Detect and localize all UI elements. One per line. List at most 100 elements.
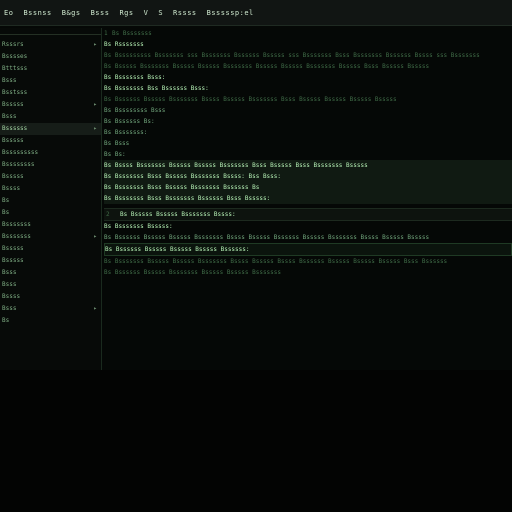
editor-header: 1 Bs Bsssssss [104,28,512,39]
code-line-text: Bs Bsss [104,139,130,147]
sidebar-item[interactable]: Bssss [0,291,101,303]
sidebar-item[interactable]: Bsssss [0,135,101,147]
code-line[interactable]: Bs Bsssssss Bsss: [104,72,512,83]
code-line-text: Bs Bsssssss Bsssss Bsssss Bsssssss Bssss… [104,257,448,265]
menu-item-3[interactable]: B&gs [62,9,81,17]
sidebar-item-label: Bsstsss [2,89,28,96]
editor-lines: Bs Rsssssss Bs Bsssssssss Bsssssss sss Bs… [104,39,512,204]
sidebar-item[interactable]: Bsss [0,75,101,87]
sidebar-item[interactable]: Bsssssss ▸ [0,231,101,243]
sidebar-item[interactable]: Bs [0,315,101,327]
sidebar-item-label: Bsssss [2,257,24,264]
code-line[interactable]: Bs Bsssssss Bsssss Bsssss Bsssssss Bssss… [104,256,512,267]
sidebar-item-label: Bssss [2,293,21,300]
code-line-text: Bs Bssssssss Bsss [104,106,166,114]
sidebar-item[interactable]: Bsssssss [0,219,101,231]
menu-item-9[interactable]: Bsssssp:el [207,9,254,17]
code-line[interactable]: Bs Bssssss Bsssss Bsssss Bsssssss Bssss … [104,232,512,243]
sidebar-item[interactable]: Rsssrs ▸ [0,39,101,51]
code-line[interactable]: Bs Bsssssss Bss Bssssss Bsss: [104,83,512,94]
sidebar-item[interactable]: Bsss [0,279,101,291]
menu-item-8[interactable]: Rssss [173,9,197,17]
code-line[interactable]: Bs Rsssssss [104,39,512,50]
sidebar-item-label: Bsssss [2,173,24,180]
sidebar-item[interactable]: Bsss ▸ [0,303,101,315]
code-line[interactable]: Bs Bs: [104,149,512,160]
code-line-text: Bs Bsssssss Bss Bssssss Bsss: [104,84,209,92]
code-line[interactable]: Bs Bssssss Bsssss Bsssssss Bssss Bsssss … [104,94,512,105]
sidebar-item-label: Bsss [2,269,17,276]
code-line[interactable]: Bs Bssssss Bsssss Bsssssss Bsssss Bsssss… [104,267,512,278]
chevron-right-icon[interactable]: ▸ [93,233,97,241]
sidebar-item-label: Bs [2,317,10,324]
sidebar-item-label: Bsssss [2,245,24,252]
sidebar-item[interactable]: Bsss [0,267,101,279]
sidebar-item-label: Bsss [2,77,17,84]
menu-item-2[interactable]: Bssnss [23,9,51,17]
sidebar-tree: Rsssrs ▸ Bsssses Btttsss Bsss Bsstsss Bsssss ▸ B… [0,28,102,370]
code-line[interactable]: Bs Bsssssss Bsss Bsssss Bsssssss Bssss: … [104,171,512,182]
sidebar-item[interactable]: Bssssssss [0,159,101,171]
sidebar-item-label: Bs [2,197,10,204]
code-line[interactable]: Bs Bsssssss Bsss Bsssssss Bssssss Bsss B… [104,193,512,204]
code-line-text: Bs Bssssss Bsssss Bsssss Bsssss Bssssss: [105,245,250,253]
code-line[interactable]: Bs Bssssss Bsssss Bsssss Bsssss Bssssss: [104,243,512,256]
sidebar-item-label: Bsss [2,281,17,288]
code-line[interactable]: Bs Bssssss Bs: [104,116,512,127]
sidebar-item[interactable]: Bssssss ▸ [0,123,101,135]
menu-bar: Eo Bssnss B&gs Bsss Rgs V S Rssss Bsssss… [0,0,512,26]
code-line[interactable]: Bs Bsssssss Bsss Bsssss Bsssssss Bssssss… [104,182,512,193]
sidebar-item[interactable]: Btttsss [0,63,101,75]
line-number: 2 [106,210,110,218]
code-line[interactable]: Bs Bsss [104,138,512,149]
sidebar-item[interactable]: Bsssses [0,51,101,63]
sidebar-item-label: Bssss [2,185,21,192]
sidebar-item[interactable]: Bsssss ▸ [0,99,101,111]
menu-item-1[interactable]: Eo [4,9,13,17]
chevron-right-icon[interactable]: ▸ [93,41,97,49]
chevron-right-icon[interactable]: ▸ [93,101,97,109]
code-line[interactable]: Bs Bssssssss Bsss [104,105,512,116]
sidebar-item-label: Bs [2,209,10,216]
sidebar-item-label: Btttsss [2,65,28,72]
sidebar-item-label: Bssssss [2,125,28,132]
sidebar-item[interactable]: Bssss [0,183,101,195]
sidebar-item-label: Bsss [2,305,17,312]
line-number: 1 [104,29,108,37]
code-line[interactable]: Bs Bsssssss Bsssss: [104,221,512,232]
sidebar-item-label: Bsssss [2,101,24,108]
menu-item-7[interactable]: S [158,9,163,17]
code-line-text: Bs Bsssssss Bsss Bsssss Bsssssss Bssss: … [104,172,282,180]
code-line-text: Bs Bssssss Bsssss Bsssss Bsssssss Bssss … [104,233,430,241]
sidebar-divider [0,28,101,35]
sidebar-item[interactable]: Bsssss [0,255,101,267]
sidebar-item-label: Bsssss [2,137,24,144]
sidebar-item[interactable]: Bsssssssss [0,147,101,159]
sidebar-item-label: Bsssssssss [2,149,39,156]
code-line[interactable]: Bs Bssss Bsssssss Bsssss Bsssss Bsssssss… [104,160,512,171]
code-line-text: Bs Bsssssss Bsss Bsssss Bsssssss Bssssss… [104,183,260,191]
code-line[interactable]: Bs Bsssssss: [104,127,512,138]
chevron-right-icon[interactable]: ▸ [93,125,97,133]
sidebar-item[interactable]: Bsss [0,111,101,123]
code-line[interactable]: Bs Bsssss Bsssssss Bsssss Bsssss Bssssss… [104,61,512,72]
code-line-text: Bs Bssssss Bsssss Bsssssss Bssss Bsssss … [104,95,397,103]
menu-item-4[interactable]: Bsss [91,9,110,17]
sidebar-item[interactable]: Bsssss [0,243,101,255]
code-line-text: Bs Bs: [104,150,126,158]
sidebar-item[interactable]: Bsstsss [0,87,101,99]
menu-item-6[interactable]: V [144,9,149,17]
code-line[interactable]: Bs Bsssssssss Bsssssss sss Bsssssss Bsss… [104,50,512,61]
code-line-text: Bs Bsssss Bsssssss Bsssss Bsssss Bssssss… [104,62,430,70]
editor-pane: 1 Bs Bsssssss Bs Rsssssss Bs Bsssssssss B… [104,28,512,370]
sidebar-item[interactable]: Bs [0,195,101,207]
menu-item-5[interactable]: Rgs [119,9,133,17]
chevron-right-icon[interactable]: ▸ [93,305,97,313]
sidebar-item[interactable]: Bs [0,207,101,219]
sidebar-item[interactable]: Bsssss [0,171,101,183]
sidebar-item-label: Bsss [2,113,17,120]
editor-header-text: Bs Bsssssss [112,29,152,37]
sidebar-item-label: Rsssrs [2,41,24,48]
code-line-text: Bs Bssss Bsssssss Bsssss Bsssss Bsssssss… [104,161,368,169]
sidebar-item-label: Bssssssss [2,161,35,168]
